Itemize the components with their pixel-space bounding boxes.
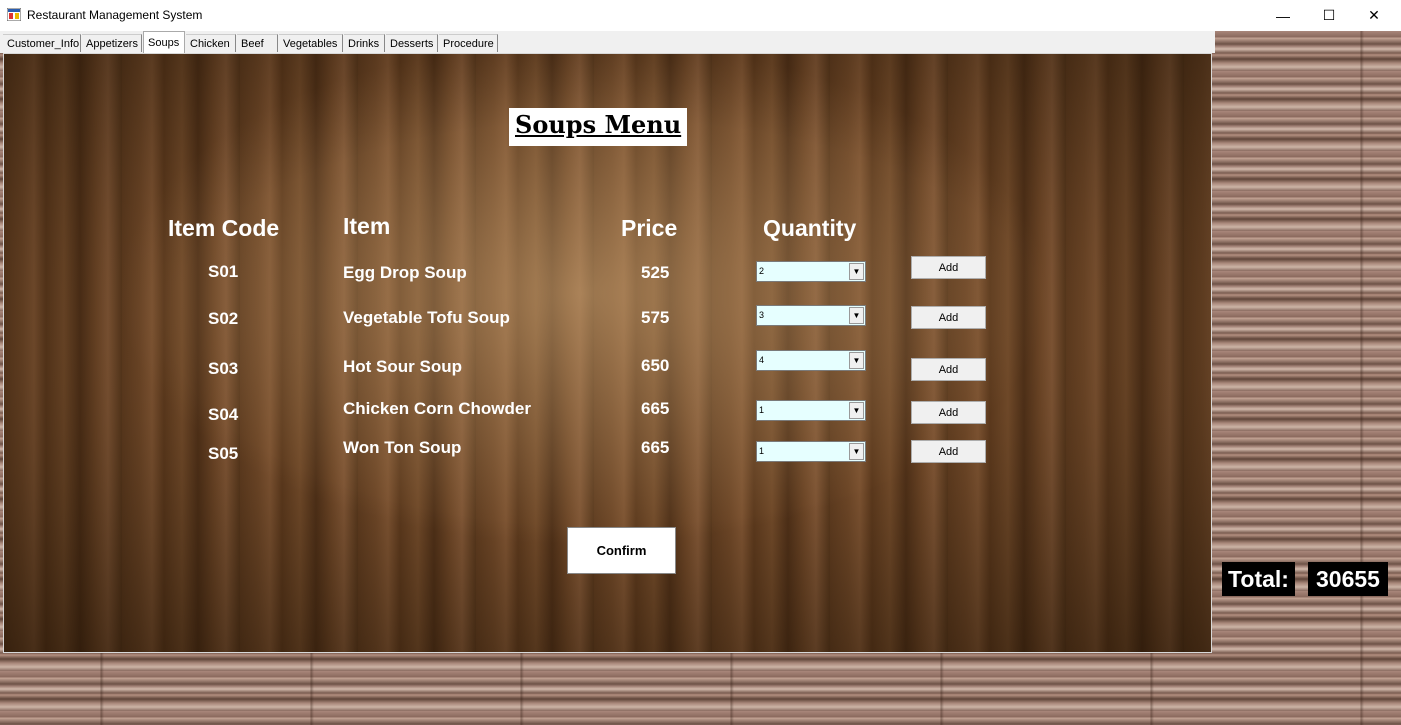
quantity-select[interactable]: 3 ▼ xyxy=(756,305,866,326)
tab-strip: Customer_Info Appetizers Soups Chicken B… xyxy=(0,31,1215,53)
add-button[interactable]: Add xyxy=(911,256,986,279)
chevron-down-icon[interactable]: ▼ xyxy=(849,352,864,369)
quantity-value: 4 xyxy=(759,355,765,365)
quantity-value: 2 xyxy=(759,266,765,276)
add-button[interactable]: Add xyxy=(911,358,986,381)
quantity-value: 3 xyxy=(759,310,765,320)
item-price: 575 xyxy=(641,308,670,327)
add-button[interactable]: Add xyxy=(911,306,986,329)
item-name: Vegetable Tofu Soup xyxy=(343,308,510,327)
total-label: Total: xyxy=(1222,562,1295,596)
tab-chicken[interactable]: Chicken xyxy=(186,34,236,52)
tab-drinks[interactable]: Drinks xyxy=(344,34,385,52)
tab-vegetables[interactable]: Vegetables xyxy=(279,34,343,52)
confirm-button[interactable]: Confirm xyxy=(567,527,676,574)
tab-soups[interactable]: Soups xyxy=(143,31,185,53)
item-code: S04 xyxy=(208,405,239,424)
item-code: S02 xyxy=(208,309,239,328)
add-button[interactable]: Add xyxy=(911,440,986,463)
page-title: Soups Menu xyxy=(509,108,687,146)
quantity-select[interactable]: 2 ▼ xyxy=(756,261,866,282)
item-code: S03 xyxy=(208,359,239,378)
chevron-down-icon[interactable]: ▼ xyxy=(849,443,864,460)
maximize-icon[interactable]: ☐ xyxy=(1306,0,1352,31)
quantity-select[interactable]: 4 ▼ xyxy=(756,350,866,371)
tab-customer-info[interactable]: Customer_Info xyxy=(3,34,81,52)
quantity-value: 1 xyxy=(759,405,765,415)
item-price: 650 xyxy=(641,356,670,375)
quantity-value: 1 xyxy=(759,446,765,456)
quantity-select[interactable]: 1 ▼ xyxy=(756,400,866,421)
header-quantity: Quantity xyxy=(763,215,857,241)
header-price: Price xyxy=(621,215,678,241)
header-item: Item xyxy=(343,213,391,239)
app-icon xyxy=(7,8,21,21)
tab-beef[interactable]: Beef xyxy=(237,34,278,52)
tab-appetizers[interactable]: Appetizers xyxy=(82,34,142,52)
item-name: Egg Drop Soup xyxy=(343,263,467,282)
item-price: 665 xyxy=(641,438,670,457)
tab-procedure[interactable]: Procedure xyxy=(439,34,498,52)
item-name: Hot Sour Soup xyxy=(343,357,462,376)
item-code: S01 xyxy=(208,262,239,281)
chevron-down-icon[interactable]: ▼ xyxy=(849,307,864,324)
soups-panel: Soups Menu Item Code Item Price Quantity… xyxy=(3,53,1212,653)
add-button[interactable]: Add xyxy=(911,401,986,424)
total-value: 30655 xyxy=(1308,562,1388,596)
item-price: 665 xyxy=(641,399,670,418)
chevron-down-icon[interactable]: ▼ xyxy=(849,402,864,419)
chevron-down-icon[interactable]: ▼ xyxy=(849,263,864,280)
item-price: 525 xyxy=(641,263,670,282)
item-code: S05 xyxy=(208,444,239,463)
title-bar: Restaurant Management System — ☐ ✕ xyxy=(0,0,1401,31)
window-title: Restaurant Management System xyxy=(27,8,203,22)
item-name: Won Ton Soup xyxy=(343,438,462,457)
item-name: Chicken Corn Chowder xyxy=(343,399,531,418)
minimize-icon[interactable]: — xyxy=(1260,0,1306,31)
tab-desserts[interactable]: Desserts xyxy=(386,34,438,52)
header-item-code: Item Code xyxy=(168,215,280,241)
close-icon[interactable]: ✕ xyxy=(1351,0,1397,31)
quantity-select[interactable]: 1 ▼ xyxy=(756,441,866,462)
